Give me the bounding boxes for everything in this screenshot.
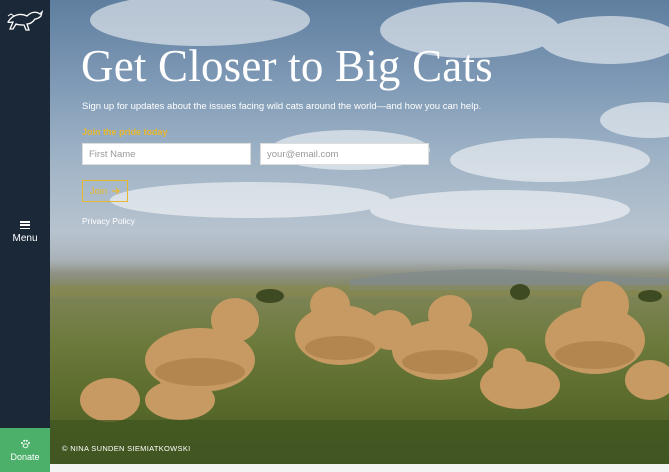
arrow-right-icon bbox=[112, 187, 121, 195]
hero-section: Get Closer to Big Cats Sign up for updat… bbox=[50, 0, 669, 464]
email-field[interactable] bbox=[260, 143, 429, 165]
paw-icon bbox=[20, 439, 30, 448]
page-subtitle: Sign up for updates about the issues fac… bbox=[82, 101, 482, 112]
signup-form-label: Join the pride today bbox=[82, 127, 168, 137]
leaping-cat-logo[interactable] bbox=[5, 8, 45, 34]
hamburger-icon bbox=[20, 221, 30, 229]
page-bottom-edge bbox=[50, 464, 669, 472]
first-name-field[interactable] bbox=[82, 143, 251, 165]
photo-credit: © NINA SUNDEN SIEMIATKOWSKI bbox=[62, 444, 191, 453]
join-button[interactable]: Join bbox=[82, 180, 128, 202]
donate-button[interactable]: Donate bbox=[0, 428, 50, 472]
donate-label: Donate bbox=[10, 451, 40, 462]
join-label: Join bbox=[89, 185, 108, 197]
sidebar: Menu Donate bbox=[0, 0, 50, 472]
menu-label: Menu bbox=[12, 233, 38, 244]
menu-button[interactable]: Menu bbox=[0, 221, 50, 244]
page-title: Get Closer to Big Cats bbox=[81, 41, 493, 91]
privacy-policy-link[interactable]: Privacy Policy bbox=[82, 216, 135, 226]
